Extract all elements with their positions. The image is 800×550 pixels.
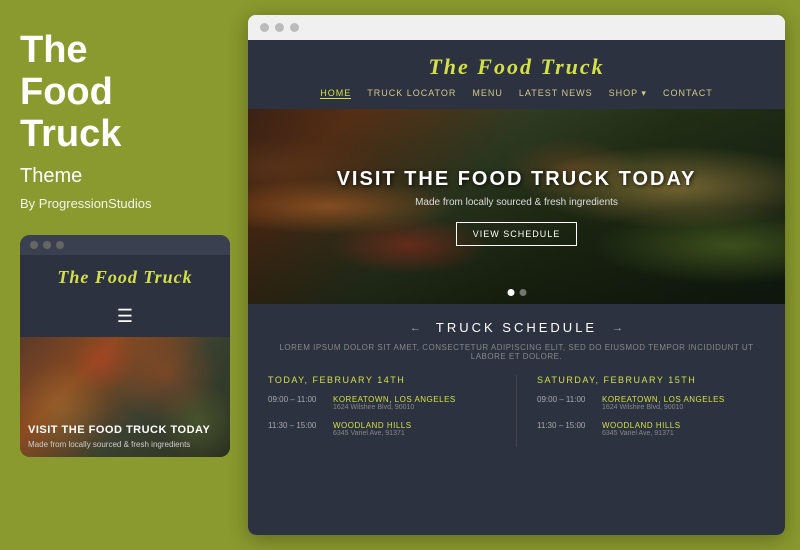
site-logo: The Food Truck xyxy=(268,54,765,80)
mobile-browser-bar xyxy=(20,235,230,255)
site-header: The Food Truck Home Truck Locator Menu L… xyxy=(248,40,785,109)
hero-content: Visit The Food Truck Today Made from loc… xyxy=(337,168,697,246)
schedule-location-name: Woodland Hills xyxy=(602,421,681,430)
browser-dot-2 xyxy=(275,23,284,32)
schedule-day-1-title: Today, February 14th xyxy=(268,375,496,385)
hero-cta-button[interactable]: View Schedule xyxy=(456,222,578,246)
mobile-hero-title: VISIT THE FOOD TRUCK TODAY xyxy=(28,423,210,437)
schedule-item: 11:30 – 15:00 Woodland Hills 6345 Variel… xyxy=(268,421,496,437)
site-nav: Home Truck Locator Menu Latest News Shop… xyxy=(268,88,765,109)
mobile-site-title: The Food Truck xyxy=(30,267,220,288)
schedule-address: 1624 Wilshire Blvd, 90010 xyxy=(602,404,725,411)
schedule-address: 6345 Variel Ave, 91371 xyxy=(602,430,681,437)
mobile-hero: VISIT THE FOOD TRUCK TODAY Made from loc… xyxy=(20,337,230,457)
mobile-dot-3 xyxy=(56,241,64,249)
schedule-day-2: Saturday, February 15th 09:00 – 11:00 Ko… xyxy=(537,375,765,447)
schedule-address: 1624 Wilshire Blvd, 90010 xyxy=(333,404,456,411)
schedule-columns: Today, February 14th 09:00 – 11:00 Korea… xyxy=(268,375,765,447)
schedule-day-2-title: Saturday, February 15th xyxy=(537,375,765,385)
nav-contact[interactable]: Contact xyxy=(663,88,713,99)
mobile-dot-2 xyxy=(43,241,51,249)
mobile-header: The Food Truck xyxy=(20,255,230,296)
mobile-menu-icon[interactable]: ☰ xyxy=(20,300,230,333)
mobile-dot-1 xyxy=(30,241,38,249)
browser-dot-1 xyxy=(260,23,269,32)
browser-dot-3 xyxy=(290,23,299,32)
theme-subtitle: Theme xyxy=(20,165,228,188)
theme-title: The Food Truck xyxy=(20,30,228,155)
schedule-item: 11:30 – 15:00 Woodland Hills 6345 Variel… xyxy=(537,421,765,437)
schedule-time: 09:00 – 11:00 xyxy=(268,395,323,411)
schedule-arrow-left: ← xyxy=(410,322,421,334)
schedule-title: Truck Schedule xyxy=(436,320,597,335)
schedule-day-1: Today, February 14th 09:00 – 11:00 Korea… xyxy=(268,375,496,447)
schedule-location-name: Woodland Hills xyxy=(333,421,412,430)
browser-bar xyxy=(248,15,785,40)
hero-dot-2[interactable] xyxy=(519,289,526,296)
schedule-location-name: Koreatown, Los Angeles xyxy=(333,395,456,404)
schedule-section: ← Truck Schedule → Lorem ipsum dolor sit… xyxy=(248,304,785,463)
schedule-heading: ← Truck Schedule → xyxy=(268,320,765,335)
nav-truck-locator[interactable]: Truck Locator xyxy=(367,88,456,99)
schedule-time: 11:30 – 15:00 xyxy=(268,421,323,437)
nav-menu[interactable]: Menu xyxy=(472,88,503,99)
hero-title: Visit The Food Truck Today xyxy=(337,168,697,191)
desktop-preview: The Food Truck Home Truck Locator Menu L… xyxy=(248,15,785,535)
nav-home[interactable]: Home xyxy=(320,88,351,99)
hero-background: Visit The Food Truck Today Made from loc… xyxy=(248,109,785,304)
schedule-item: 09:00 – 11:00 Koreatown, Los Angeles 162… xyxy=(268,395,496,411)
theme-author: By ProgressionStudios xyxy=(20,196,228,211)
schedule-divider xyxy=(516,375,517,447)
schedule-address: 6345 Variel Ave, 91371 xyxy=(333,430,412,437)
nav-latest-news[interactable]: Latest News xyxy=(519,88,593,99)
schedule-arrow-right: → xyxy=(612,322,623,334)
mobile-hero-subtitle: Made from locally sourced & fresh ingred… xyxy=(28,440,210,449)
hero-dots xyxy=(507,289,526,296)
left-panel: The Food Truck Theme By ProgressionStudi… xyxy=(0,0,248,550)
nav-shop[interactable]: Shop xyxy=(609,88,647,99)
site-wrapper: The Food Truck Home Truck Locator Menu L… xyxy=(248,40,785,535)
schedule-location-name: Koreatown, Los Angeles xyxy=(602,395,725,404)
mobile-preview: The Food Truck ☰ VISIT THE FOOD TRUCK TO… xyxy=(20,235,230,457)
hero-dot-1[interactable] xyxy=(507,289,514,296)
hero-subtitle: Made from locally sourced & fresh ingred… xyxy=(337,197,697,208)
schedule-time: 09:00 – 11:00 xyxy=(537,395,592,411)
schedule-time: 11:30 – 15:00 xyxy=(537,421,592,437)
hero-section: Visit The Food Truck Today Made from loc… xyxy=(248,109,785,304)
schedule-item: 09:00 – 11:00 Koreatown, Los Angeles 162… xyxy=(537,395,765,411)
schedule-description: Lorem ipsum dolor sit amet, consectetur … xyxy=(268,343,765,361)
